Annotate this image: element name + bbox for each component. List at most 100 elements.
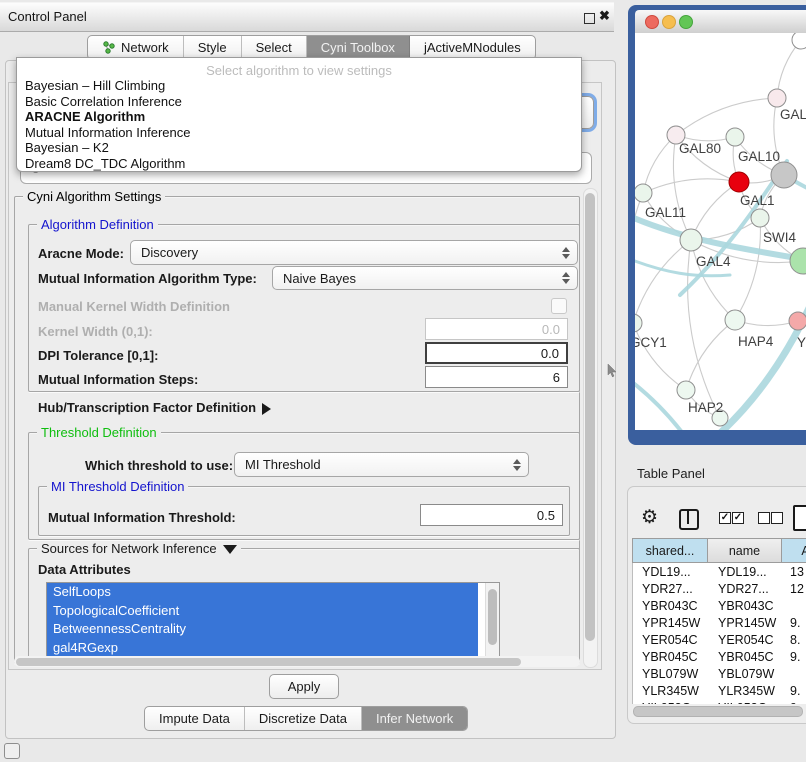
network-edge[interactable] xyxy=(643,179,739,193)
table-cell: YPR145W xyxy=(709,616,783,630)
network-node-y[interactable] xyxy=(789,312,806,330)
table-cell: YDR27... xyxy=(709,582,783,596)
close-icon[interactable]: ✖ xyxy=(599,8,610,24)
network-node[interactable] xyxy=(771,162,797,188)
aracne-mode-combobox[interactable]: Discovery xyxy=(130,240,578,265)
deselect-checkbox-icon[interactable] xyxy=(771,512,783,524)
network-node-label: Y xyxy=(797,335,806,350)
network-node-hap4[interactable] xyxy=(725,310,745,330)
document-icon[interactable] xyxy=(793,505,806,531)
network-edge[interactable] xyxy=(635,323,686,390)
close-traffic-icon[interactable] xyxy=(645,15,659,29)
table-cell: YBL079W xyxy=(633,667,709,681)
table-row[interactable]: YBR045CYBR045C9. xyxy=(633,648,806,665)
which-threshold-combobox[interactable]: MI Threshold xyxy=(234,452,529,477)
select-all-checkbox-icon[interactable]: ✓ xyxy=(732,512,744,524)
network-node-gal4[interactable] xyxy=(680,229,702,251)
dpi-tolerance-field[interactable]: 0.0 xyxy=(425,342,568,364)
network-icon xyxy=(102,41,115,54)
mi-type-combobox[interactable]: Naive Bayes xyxy=(272,266,578,290)
network-node-hap2[interactable] xyxy=(677,381,695,399)
deselect-checkbox-icon[interactable] xyxy=(758,512,770,524)
float-panel-icon[interactable] xyxy=(584,13,595,24)
hub-definition-toggle[interactable]: Hub/Transcription Factor Definition xyxy=(38,400,271,415)
table-cell: YDL19... xyxy=(633,565,709,579)
tab-impute-data[interactable]: Impute Data xyxy=(145,707,245,730)
table-row[interactable]: YBR043CYBR043C xyxy=(633,597,806,614)
table-row[interactable]: YDR27...YDR27...12 xyxy=(633,580,806,597)
network-node-label: GAL11 xyxy=(645,205,686,220)
data-attribute-item[interactable]: SelfLoops xyxy=(47,583,478,602)
mi-threshold-label: Mutual Information Threshold: xyxy=(48,510,236,525)
tab-infer-network[interactable]: Infer Network xyxy=(362,707,467,730)
algorithm-option[interactable]: ARACNE Algorithm xyxy=(17,109,581,125)
algorithm-option[interactable]: Mutual Information Inference xyxy=(17,125,581,141)
manual-kernel-checkbox[interactable] xyxy=(551,298,567,314)
network-edge[interactable] xyxy=(635,240,691,323)
network-window-titlebar[interactable] xyxy=(635,10,806,34)
mi-threshold-field[interactable]: 0.5 xyxy=(420,504,563,526)
select-all-checkbox-icon[interactable]: ✓ xyxy=(719,512,731,524)
network-node-swi4[interactable] xyxy=(751,209,769,227)
table-cell: YDL19... xyxy=(709,565,783,579)
control-panel-title: Control Panel xyxy=(8,9,87,24)
tab-cyni-toolbox[interactable]: Cyni Toolbox xyxy=(307,36,410,59)
network-node[interactable] xyxy=(792,33,806,49)
table-body[interactable]: YDL19...YDL19...13YDR27...YDR27...12YBR0… xyxy=(632,563,806,704)
column-header-3[interactable]: A xyxy=(782,538,806,563)
settings-horizontal-scrollbar-thumb[interactable] xyxy=(16,658,521,666)
network-edge[interactable] xyxy=(735,218,760,320)
apply-button[interactable]: Apply xyxy=(269,674,339,699)
network-node-gal[interactable] xyxy=(768,89,786,107)
network-edge[interactable] xyxy=(686,320,735,390)
tab-discretize-data[interactable]: Discretize Data xyxy=(245,707,362,730)
table-cell: YBR045C xyxy=(709,650,783,664)
which-threshold-label: Which threshold to use: xyxy=(85,458,233,473)
table-row[interactable]: YLR345WYLR345W9. xyxy=(633,682,806,699)
zoom-traffic-icon[interactable] xyxy=(679,15,693,29)
algorithm-dropdown: Select algorithm to view settings Bayesi… xyxy=(16,57,582,172)
table-panel-title: Table Panel xyxy=(637,466,705,481)
tab-select[interactable]: Select xyxy=(242,36,307,59)
algorithm-option[interactable]: Dream8 DC_TDC Algorithm xyxy=(17,156,581,172)
settings-vertical-scrollbar-thumb[interactable] xyxy=(585,193,595,641)
network-edge[interactable] xyxy=(676,98,777,135)
gear-icon[interactable]: ⚙ xyxy=(641,506,658,529)
data-attributes-list[interactable]: SelfLoopsTopologicalCoefficientBetweenne… xyxy=(46,582,500,658)
dpi-tolerance-label: DPI Tolerance [0,1]: xyxy=(38,348,158,363)
mi-steps-field[interactable]: 6 xyxy=(425,366,568,388)
column-header-shared[interactable]: shared... xyxy=(632,538,708,563)
tab-jactivemnodules[interactable]: jActiveMNodules xyxy=(410,36,535,59)
network-node-gal11[interactable] xyxy=(635,184,652,202)
network-node-gal10[interactable] xyxy=(726,128,744,146)
network-edge[interactable] xyxy=(635,193,643,323)
table-row[interactable]: YBL079WYBL079W xyxy=(633,665,806,682)
network-node-gal1[interactable] xyxy=(729,172,749,192)
algorithm-option[interactable]: Basic Correlation Inference xyxy=(17,94,581,110)
aracne-mode-label: Aracne Mode: xyxy=(38,246,124,261)
table-row[interactable]: YDL19...YDL19...13 xyxy=(633,563,806,580)
algorithm-option[interactable]: Bayesian – K2 xyxy=(17,140,581,156)
table-row[interactable]: YER054CYER054C8. xyxy=(633,631,806,648)
network-node-label: GAL1 xyxy=(740,193,775,208)
split-columns-icon[interactable] xyxy=(679,509,699,530)
algorithm-option[interactable]: Bayesian – Hill Climbing xyxy=(17,78,581,94)
collapsed-panel-icon[interactable] xyxy=(4,743,20,759)
tab-network[interactable]: Network xyxy=(88,36,184,59)
data-attribute-item[interactable]: BetweennessCentrality xyxy=(47,620,478,639)
list-scrollbar[interactable] xyxy=(485,583,499,657)
network-node[interactable] xyxy=(790,248,806,274)
minimize-traffic-icon[interactable] xyxy=(662,15,676,29)
column-header-name[interactable]: name xyxy=(708,538,782,563)
tab-style[interactable]: Style xyxy=(184,36,242,59)
mi-steps-label: Mutual Information Steps: xyxy=(38,372,198,387)
network-edge[interactable] xyxy=(643,135,676,193)
table-row[interactable]: YPR145WYPR145W9. xyxy=(633,614,806,631)
data-attribute-item[interactable]: TopologicalCoefficient xyxy=(47,602,478,621)
network-canvas[interactable]: GALGAL80GAL10GAL1GAL11SWI4GAL4GCY1HAP4YH… xyxy=(635,33,806,430)
table-horizontal-scrollbar-thumb[interactable] xyxy=(633,706,803,717)
network-node-gcy1[interactable] xyxy=(635,314,642,332)
kernel-width-field[interactable]: 0.0 xyxy=(425,318,568,340)
sources-title[interactable]: Sources for Network Inference xyxy=(37,541,241,556)
data-attribute-item[interactable]: gal4RGexp xyxy=(47,639,478,658)
